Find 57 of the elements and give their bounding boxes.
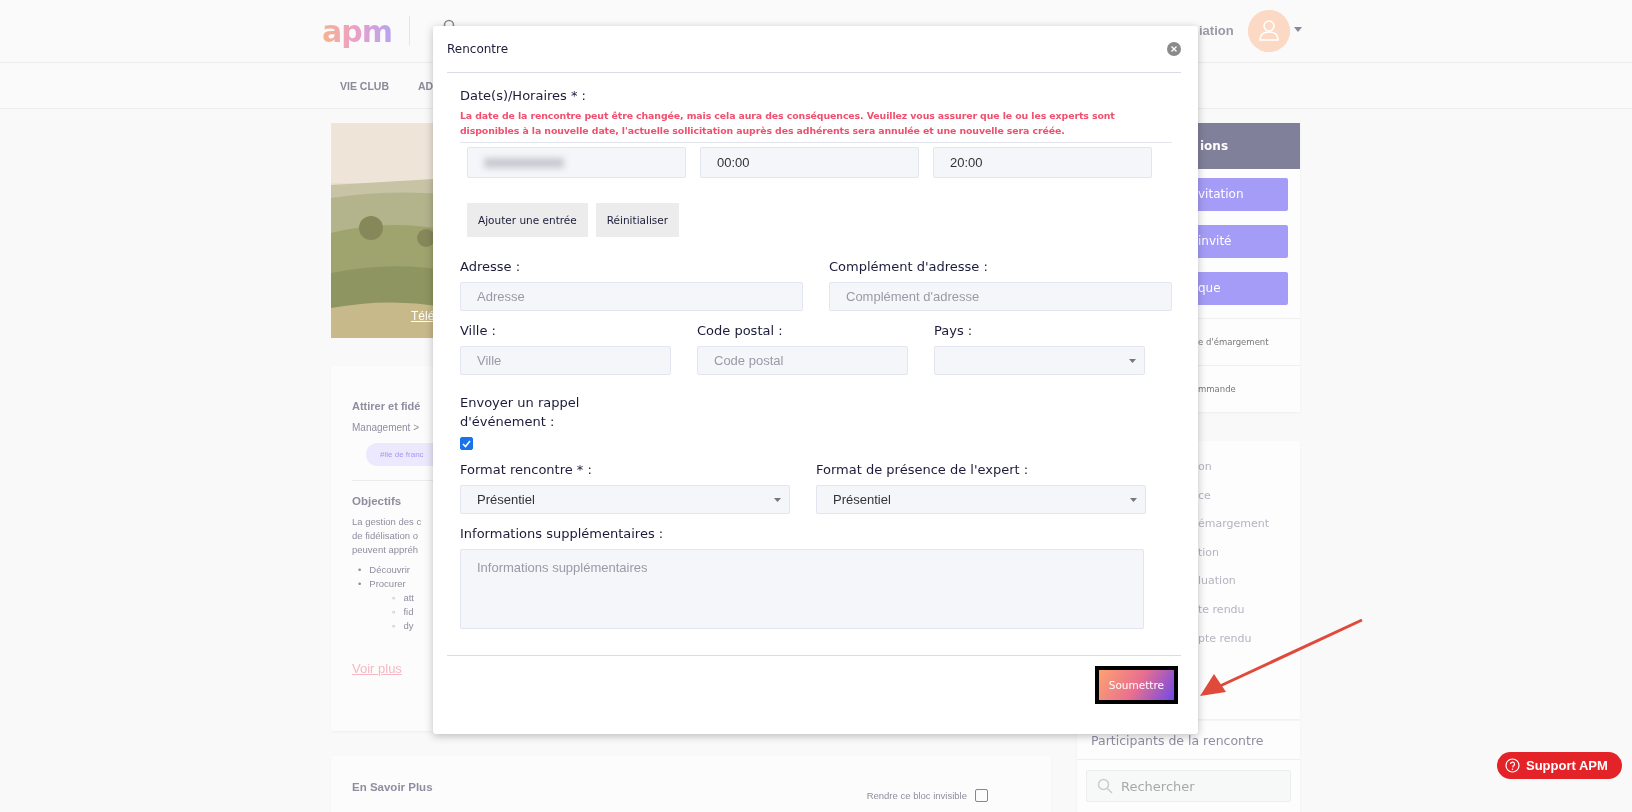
event-title: Attirer et fidé xyxy=(352,400,421,412)
input-field[interactable]: Adresse xyxy=(460,282,803,311)
select-field[interactable] xyxy=(934,346,1145,375)
select-field[interactable]: Présentiel xyxy=(460,485,790,514)
caret-icon[interactable] xyxy=(1294,27,1302,32)
date-button[interactable]: Ajouter une entrée xyxy=(467,203,588,237)
field-label: Informations supplémentaires : xyxy=(460,525,665,543)
bullet-item: fid xyxy=(403,605,414,619)
checkbox[interactable] xyxy=(460,437,473,450)
field-label: Envoyer un rappel d'événement : xyxy=(460,394,581,431)
nav-item[interactable]: AD xyxy=(418,79,434,92)
nav-item[interactable]: VIE CLUB xyxy=(340,79,389,92)
time-field[interactable]: 20:00 xyxy=(933,147,1152,178)
more-link[interactable]: Voir plus xyxy=(352,661,402,676)
checkbox[interactable] xyxy=(975,788,988,802)
input-field[interactable]: Complément d'adresse xyxy=(829,282,1172,311)
field-label: Date(s)/Horaires * : xyxy=(460,87,587,105)
field-label: Code postal : xyxy=(697,322,784,340)
picture-link[interactable]: Télé xyxy=(411,309,435,323)
field-label: Format de présence de l'expert : xyxy=(816,461,1030,479)
caret-icon xyxy=(1129,359,1136,363)
modal-title: Rencontre xyxy=(447,42,509,56)
bullet-item: Découvrir xyxy=(369,563,410,577)
date-field[interactable] xyxy=(467,147,686,178)
card-title: En Savoir Plus xyxy=(352,781,433,795)
bullet-item: att xyxy=(403,591,414,605)
search-icon xyxy=(1097,778,1113,794)
input-field[interactable]: Code postal xyxy=(697,346,908,375)
field-label: Adresse : xyxy=(460,258,522,276)
time-field[interactable]: 00:00 xyxy=(700,147,919,178)
bullet-marker: • xyxy=(358,563,362,577)
bullet-marker: ◦ xyxy=(392,605,396,619)
support-button[interactable]: Support APM xyxy=(1497,752,1622,779)
field-label: Format rencontre * : xyxy=(460,461,593,479)
user-menu-text[interactable]: iation xyxy=(1199,23,1234,38)
textarea-field[interactable]: Informations supplémentaires xyxy=(460,549,1144,629)
select-field[interactable]: Présentiel xyxy=(816,485,1146,514)
close-icon[interactable] xyxy=(1167,42,1181,56)
input-field[interactable]: Ville xyxy=(460,346,671,375)
bullet-marker: • xyxy=(358,577,362,591)
field-label: Pays : xyxy=(934,322,974,340)
section-title: Objectifs xyxy=(352,495,402,507)
caret-icon xyxy=(1130,498,1137,502)
bullet-marker: ◦ xyxy=(392,619,396,633)
search-field[interactable]: Rechercher xyxy=(1086,770,1291,802)
field-label: Complément d'adresse : xyxy=(829,258,989,276)
paragraph: La gestion des c de fidélisation o peuvent appréh xyxy=(352,515,422,557)
date-button[interactable]: Réinitialiser xyxy=(595,203,680,237)
help-icon xyxy=(1505,758,1520,773)
warning-text: La date de la rencontre peut être changée, mais cela aura des conséquences. Veuillez vous assurer que le ou les experts sont disponibles à la nouvelle date, l'actuelle sollicitation auprès des adhérents sera annulée et une nouvelle sera créée. xyxy=(460,108,1172,143)
bullet-item: dy xyxy=(403,619,414,633)
breadcrumb[interactable]: Management > xyxy=(352,422,419,433)
field-label: Ville : xyxy=(460,322,497,340)
caret-icon xyxy=(774,498,781,502)
invisible-label: Rendre ce bloc invisible xyxy=(866,789,967,801)
bullet-marker: ◦ xyxy=(392,591,396,605)
bullet-item: Procurer xyxy=(369,577,406,591)
